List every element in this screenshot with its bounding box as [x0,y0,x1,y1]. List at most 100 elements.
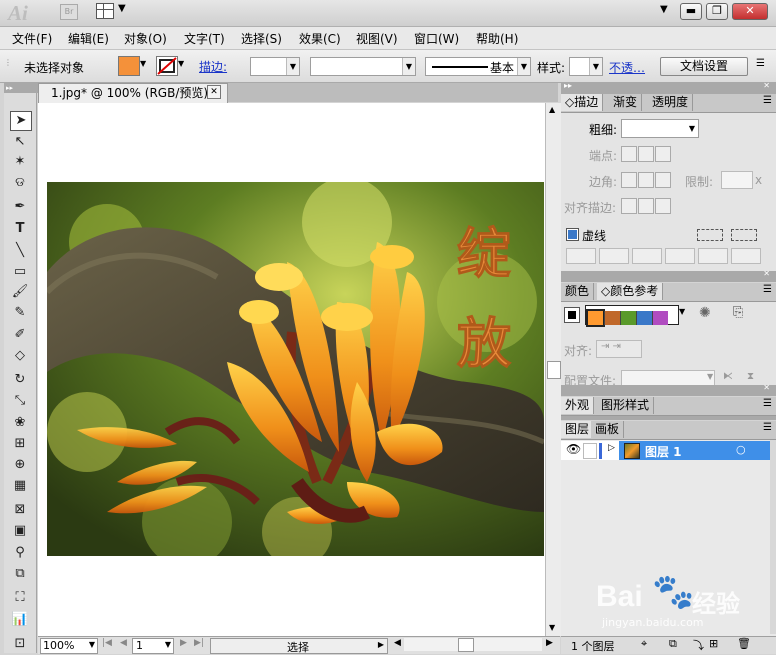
menu-window[interactable]: 窗口(W) [414,30,459,47]
panel-menu-icon[interactable]: ☰ [756,58,765,69]
gap-field[interactable] [731,248,761,264]
swatch[interactable] [620,311,636,325]
restore-button[interactable]: ❐ [706,3,728,20]
tab-color-guide[interactable]: ◇颜色参考 [597,283,664,300]
close-icon[interactable]: ✕ [763,383,770,392]
round-join-icon[interactable] [638,172,654,188]
flip-icon[interactable]: ⧔ [723,371,733,382]
rectangle-tool-icon[interactable]: ▭ [10,263,30,281]
scroll-thumb[interactable] [458,638,474,652]
menu-effect[interactable]: 效果(C) [299,30,341,47]
menu-help[interactable]: 帮助(H) [476,30,518,47]
close-icon[interactable]: ✕ [763,81,770,90]
panel-menu-icon[interactable]: ☰ [763,95,772,106]
swatch[interactable] [652,311,668,325]
close-button[interactable]: ✕ [732,3,768,20]
gap-field[interactable] [665,248,695,264]
dash-preserve-icon[interactable] [697,229,723,241]
round-cap-icon[interactable] [638,146,654,162]
zoom-select[interactable]: 100% ▼ [40,638,98,654]
chevron-down-icon[interactable]: ▼ [679,307,685,316]
opacity-link[interactable]: 不透… [609,59,645,76]
type-tool-icon[interactable]: T [10,220,30,238]
limit-field[interactable] [721,171,753,189]
collapse-icon[interactable]: ▸▸ [564,81,572,90]
scroll-right-icon[interactable]: ▶ [546,638,553,648]
align-options[interactable]: ⇥ ⇥ [596,340,642,358]
lasso-tool-icon[interactable]: ଡ [10,174,30,192]
pen-tool-icon[interactable]: ✒ [10,198,30,216]
stroke-weight-field[interactable]: ▼ [250,57,300,76]
target-icon[interactable]: ○ [736,443,746,456]
miter-join-icon[interactable] [621,172,637,188]
expand-triangle-icon[interactable]: ▷ [608,443,615,453]
bevel-join-icon[interactable] [655,172,671,188]
panel-menu-icon[interactable]: ☰ [763,398,772,409]
layer-selected-highlight[interactable]: 图层 1 ○ [619,441,771,460]
free-transform-tool-icon[interactable]: ⊞ [10,435,30,453]
close-tab-icon[interactable]: ✕ [207,85,221,99]
base-color-icon[interactable] [564,307,580,323]
menu-edit[interactable]: 编辑(E) [68,30,109,47]
page-field[interactable]: 1 ▼ [132,638,174,654]
selection-tool-icon[interactable]: ➤ [10,111,32,131]
next-page-icon[interactable]: ▶ [180,638,187,648]
dash-field[interactable] [566,248,596,264]
eyedropper-tool-icon[interactable]: ⚲ [10,544,30,562]
mesh-tool-icon[interactable]: ⊠ [10,501,30,519]
paintbrush-tool-icon[interactable]: 🖌 [10,283,30,301]
vertical-scrollbar[interactable]: ▲ ▼ [545,103,561,636]
tab-color[interactable]: 颜色 [561,283,595,300]
perspective-grid-tool-icon[interactable]: ▦ [10,477,30,495]
new-sublayer-icon[interactable]: ⤵ [693,637,704,653]
symbol-sprayer-tool-icon[interactable]: ⛶ [10,589,30,607]
dashed-line-checkbox[interactable] [566,228,579,241]
mirror-icon[interactable]: ⧗ [747,371,754,382]
eraser-tool-icon[interactable]: ◇ [10,347,30,365]
artboard-tool-icon[interactable]: ⊡ [10,635,30,653]
menu-type[interactable]: 文字(T) [184,30,225,47]
tab-appearance[interactable]: 外观 [561,397,595,414]
color-wheel-icon[interactable]: ✺ [699,305,711,321]
swatch[interactable] [636,311,652,325]
tab-gradient[interactable]: 渐变 [609,94,643,111]
scale-tool-icon[interactable]: ⤡ [10,392,30,410]
tab-transparency[interactable]: 透明度 [648,94,694,111]
align-outside-icon[interactable] [655,198,671,214]
butt-cap-icon[interactable] [621,146,637,162]
square-cap-icon[interactable] [655,146,671,162]
harmony-swatches[interactable] [585,305,679,327]
swatch[interactable] [604,311,620,325]
blend-tool-icon[interactable]: ⧉ [10,565,30,583]
save-group-icon[interactable]: ⎘ [733,305,743,320]
scroll-left-icon[interactable]: ◀ [394,638,401,648]
menu-select[interactable]: 选择(S) [241,30,282,47]
new-layer-icon[interactable]: ⊞ [709,637,718,650]
menu-view[interactable]: 视图(V) [356,30,398,47]
bridge-button[interactable]: Br [60,4,78,20]
clipping-mask-icon[interactable]: ⧉ [669,637,677,651]
align-center-icon[interactable] [621,198,637,214]
chevron-down-icon[interactable]: ▼ [140,59,146,68]
dash-field[interactable] [632,248,662,264]
close-icon[interactable]: ✕ [763,269,770,278]
warp-tool-icon[interactable]: ❀ [10,414,30,432]
layer-row[interactable]: 👁 ▷ 图层 1 ○ [561,441,771,460]
rotate-tool-icon[interactable]: ↻ [10,371,30,389]
prev-page-icon[interactable]: ◀ [120,638,127,648]
horizontal-scrollbar[interactable] [404,638,542,652]
panel-menu-icon[interactable]: ☰ [763,422,772,433]
status-mode-field[interactable]: 选择 ▶ [210,638,388,654]
fill-color-swatch[interactable] [118,56,140,76]
chevron-down-icon[interactable]: ▼ [178,59,184,68]
last-page-icon[interactable]: ▶| [194,638,204,648]
column-graph-tool-icon[interactable]: 📊 [10,611,30,629]
stroke-weight-select[interactable]: ▼ [621,119,699,138]
chevron-down-icon[interactable]: ▼ [118,3,126,14]
dash-field[interactable] [698,248,728,264]
swatch[interactable] [586,309,605,327]
document-tab[interactable]: 1.jpg* @ 100% (RGB/预览) [38,83,228,103]
direct-selection-tool-icon[interactable]: ↖ [10,133,30,151]
first-page-icon[interactable]: |◀ [102,638,112,648]
tab-artboards[interactable]: 画板 [591,421,625,438]
